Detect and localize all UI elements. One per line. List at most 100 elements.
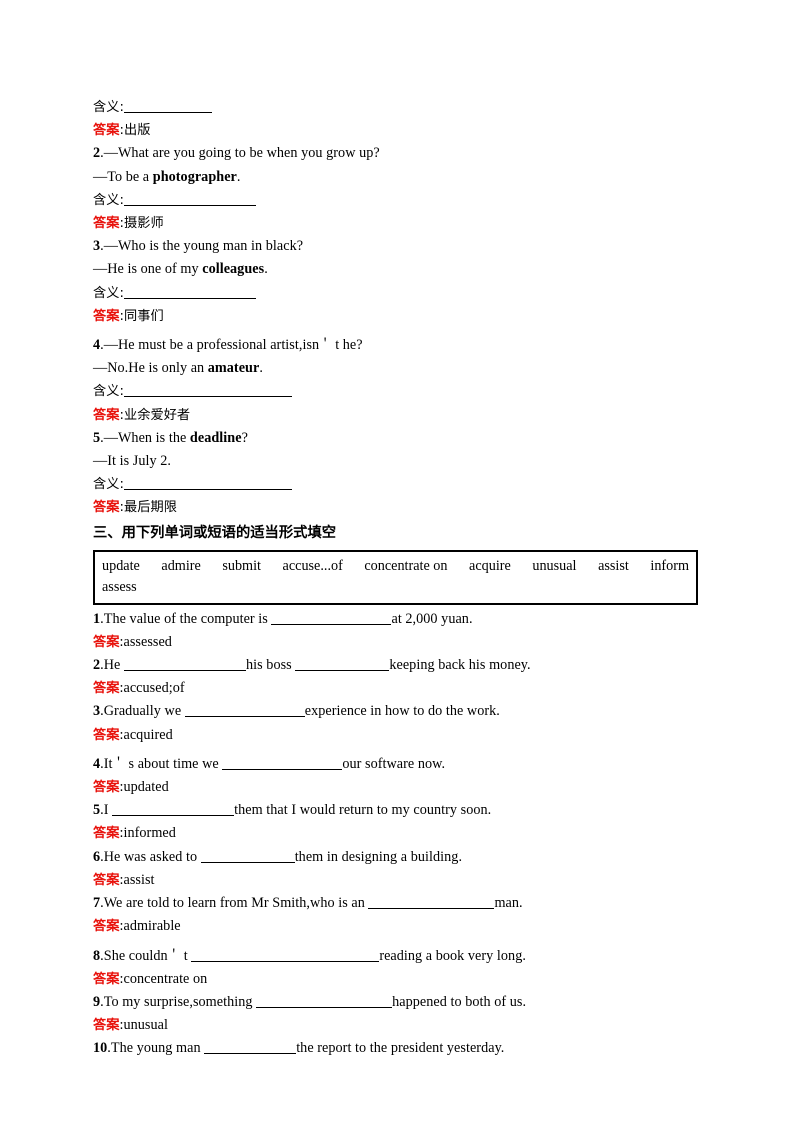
meaning-label: 含义: [93,285,124,301]
answer-label: 答案 [93,123,120,139]
answer-text: 最后期限 [123,500,177,516]
answer-blank [123,476,292,491]
answer-blank [123,192,256,206]
reply-keyword: photographer [152,168,237,185]
question-text-pre: .—He must be a professional artist,isn [100,337,320,354]
word-bank-row-1: update admire submit accuse...of concent… [102,556,689,577]
fill-question-row: 5.I them that I would return to my count… [93,799,715,822]
fill-blank[interactable] [112,802,235,817]
fill-blank[interactable] [256,994,393,1008]
answer-label: 答案 [93,681,120,697]
answer-label: 答案 [93,634,120,650]
word-bank-row-2: assess [102,577,689,598]
answer-row: 答案:concentrate on [93,968,715,991]
question-post: our software now. [342,755,446,772]
word-bank-item[interactable]: update [102,556,140,577]
answer-label: 答案 [93,500,120,516]
word-bank-item[interactable]: accuse...of [283,556,343,577]
fill-question-row: 6.He was asked to them in designing a bu… [93,846,715,869]
fill-blank[interactable] [368,895,495,910]
word-bank-item[interactable]: inform [650,556,689,577]
answer-text: 摄影师 [123,216,164,232]
question-post: reading a book very long. [379,947,526,964]
question-text: .—Who is the young man in black? [100,238,304,255]
apostrophe-glyph: ＇ [319,337,336,352]
reply-row: —He is one of my colleagues. [93,258,715,281]
question-text-pre: .—When is the [100,429,190,446]
answer-row: 答案:admirable [93,915,715,938]
answer-text: 出版 [123,123,151,139]
fill-question-row: 3.Gradually we experience in how to do t… [93,700,715,723]
answer-text: 业余爱好者 [123,407,191,423]
fill-blank[interactable] [295,657,390,672]
reply-keyword: colleagues [202,261,265,278]
reply-prefix: —He is one of my [93,261,203,278]
meaning-prompt-row: 含义: [93,189,715,212]
reply-row: —No.He is only an amateur. [93,357,715,380]
meaning-label: 含义: [93,100,124,115]
answer-label: 答案 [93,727,120,743]
question-post: them in designing a building. [294,848,463,865]
fill-blank[interactable] [184,703,305,718]
fill-blank[interactable] [191,948,380,962]
answer-row: 答案:unusual [93,1014,715,1037]
question-post: keeping back his money. [389,657,531,674]
fill-blank[interactable] [271,611,392,625]
answer-text: unusual [123,1017,168,1034]
answer-blank [123,383,292,398]
fill-question-row: 9.To my surprise,something happened to b… [93,991,715,1014]
word-bank-item[interactable]: submit [222,556,261,577]
question-post: experience in how to do the work. [304,703,500,720]
reply-prefix: —No.He is only an [93,360,208,377]
answer-text: 同事们 [123,308,164,324]
reply-prefix: —To be a [93,168,153,185]
question-row: 2.—What are you going to be when you gro… [93,142,715,165]
question-post: at 2,000 yuan. [391,610,473,627]
reply-keyword: amateur [207,360,260,377]
question-post: the report to the president yesterday. [296,1040,505,1057]
fill-blank[interactable] [200,849,295,863]
reply-row: —To be a photographer. [93,166,715,189]
question-pre: .The value of the computer is [100,610,272,627]
reply-suffix: . [264,261,268,278]
answer-text: acquired [123,726,173,743]
fill-question-row: 2.He his boss keeping back his money. [93,654,715,677]
word-bank-item[interactable]: unusual [532,556,576,577]
answer-label: 答案 [93,872,120,888]
reply-row: —It is July 2. [93,450,715,473]
answer-label: 答案 [93,919,120,935]
reply-suffix: . [236,168,241,185]
answer-text: concentrate on [123,970,208,987]
answer-row: 答案:informed [93,822,715,845]
answer-text: accused;of [123,680,185,697]
fill-blank[interactable] [222,756,343,770]
word-bank-item[interactable]: assist [598,556,629,577]
apostrophe-glyph: ＇ [167,947,184,962]
fill-blank[interactable] [124,657,246,672]
fill-question-row: 4.It＇s about time we our software now. [93,752,715,776]
fill-question-row: 8.She couldn＇t reading a book very long. [93,944,715,968]
word-bank-item[interactable]: concentrate on [364,556,447,577]
answer-row: 答案:出版 [93,119,715,142]
question-pre-a: .She couldn [100,947,168,964]
answer-blank [123,285,256,299]
answer-text: updated [123,779,169,796]
apostrophe-glyph: ＇ [112,755,129,770]
question-pre: .The young man [107,1040,205,1057]
answer-blank [123,99,212,113]
meaning-label: 含义: [93,384,124,400]
reply-suffix: . [259,360,263,377]
question-row: 5.—When is the deadline? [93,427,715,450]
question-post: them that I would return to my country s… [234,802,492,819]
fill-blank[interactable] [204,1040,297,1055]
question-pre: .We are told to learn from Mr Smith,who … [100,895,369,912]
answer-text: admirable [123,918,181,935]
word-bank-item[interactable]: admire [161,556,200,577]
word-bank-item[interactable]: acquire [469,556,511,577]
word-bank-item[interactable]: assess [102,579,137,595]
question-pre-a: .It [100,755,113,772]
worksheet-page: 含义: 答案:出版 2.—What are you going to be wh… [93,96,715,1061]
question-pre-b: t [183,947,192,964]
answer-label: 答案 [93,1018,120,1034]
question-pre: .Gradually we [100,703,185,720]
